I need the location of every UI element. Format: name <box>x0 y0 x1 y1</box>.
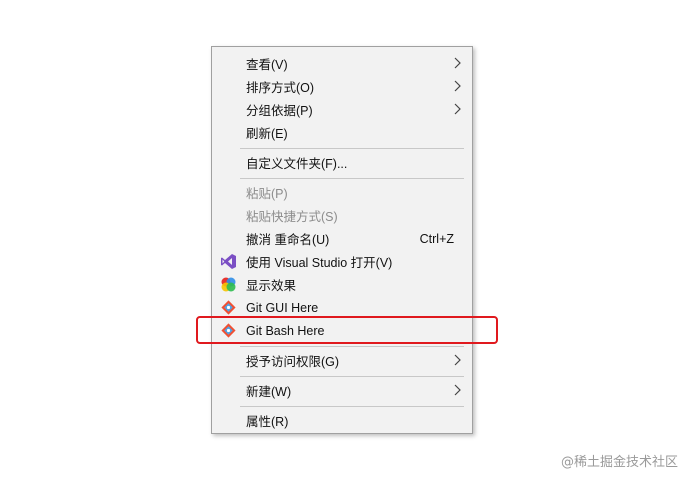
menu-item-label: 使用 Visual Studio 打开(V) <box>246 256 393 270</box>
menu-separator <box>240 406 464 407</box>
menu-item-new[interactable]: 新建(W) <box>212 379 472 402</box>
menu-item-label: 新建(W) <box>246 385 292 399</box>
menu-item-label: 分组依据(P) <box>246 104 313 118</box>
visual-studio-icon <box>221 254 236 269</box>
menu-item-grant-access[interactable]: 授予访问权限(G) <box>212 349 472 372</box>
chevron-right-icon <box>454 384 461 396</box>
menu-item-label: 刷新(E) <box>246 127 288 141</box>
menu-item-shortcut: Ctrl+Z <box>419 231 454 246</box>
menu-item-label: 粘贴(P) <box>246 187 288 201</box>
menu-separator <box>240 178 464 179</box>
menu-item-label: 显示效果 <box>246 279 297 293</box>
menu-item-label: Git GUI Here <box>246 300 319 315</box>
menu-item-label: 属性(R) <box>246 415 289 429</box>
menu-item-sort-by[interactable]: 排序方式(O) <box>212 75 472 98</box>
menu-item-open-with-visual-studio[interactable]: 使用 Visual Studio 打开(V) <box>212 250 472 273</box>
highlight-box <box>196 316 498 344</box>
menu-item-label: 查看(V) <box>246 58 288 72</box>
menu-item-label: 粘贴快捷方式(S) <box>246 210 338 224</box>
chevron-right-icon <box>454 354 461 366</box>
menu-item-label: 自定义文件夹(F)... <box>246 157 348 171</box>
git-icon <box>221 300 236 315</box>
menu-item-paste-shortcut: 粘贴快捷方式(S) <box>212 204 472 227</box>
watermark: @稀土掘金技术社区 <box>560 455 678 470</box>
menu-item-label: 授予访问权限(G) <box>246 355 340 369</box>
menu-item-properties[interactable]: 属性(R) <box>212 409 472 432</box>
menu-item-customize-folder[interactable]: 自定义文件夹(F)... <box>212 151 472 174</box>
chevron-right-icon <box>454 103 461 115</box>
menu-item-label: 撤消 重命名(U) <box>246 233 330 247</box>
menu-separator <box>240 346 464 347</box>
menu-separator <box>240 376 464 377</box>
chevron-right-icon <box>454 80 461 92</box>
menu-item-undo-rename[interactable]: 撤消 重命名(U) Ctrl+Z <box>212 227 472 250</box>
context-menu: 查看(V) 排序方式(O) 分组依据(P) 刷新(E) 自定义文件夹(F)...… <box>211 46 473 434</box>
menu-item-label: 排序方式(O) <box>246 81 315 95</box>
menu-separator <box>240 148 464 149</box>
menu-item-view[interactable]: 查看(V) <box>212 52 472 75</box>
menu-item-paste: 粘贴(P) <box>212 181 472 204</box>
menu-item-refresh[interactable]: 刷新(E) <box>212 121 472 144</box>
menu-item-display-effects[interactable]: 显示效果 <box>212 273 472 296</box>
display-effects-icon <box>221 277 236 292</box>
chevron-right-icon <box>454 57 461 69</box>
menu-item-group-by[interactable]: 分组依据(P) <box>212 98 472 121</box>
